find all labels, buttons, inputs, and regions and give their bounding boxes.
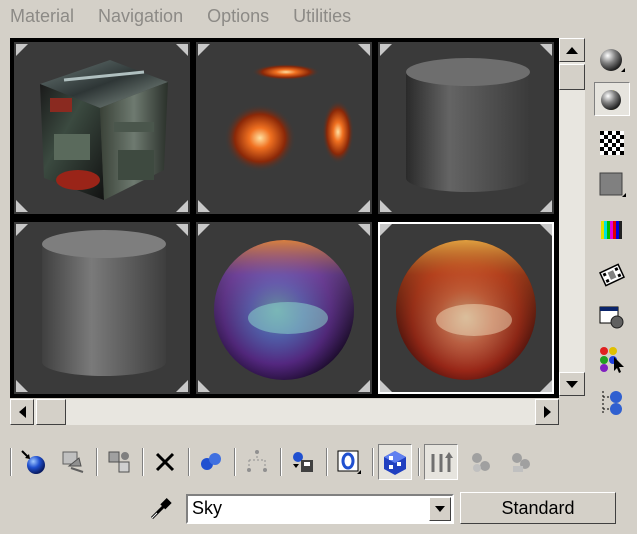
menu-utilities[interactable]: Utilities (281, 0, 363, 32)
options-button[interactable] (594, 300, 630, 334)
arrow-up-icon (566, 46, 578, 54)
background-button[interactable] (594, 126, 630, 160)
cylinder-preview (42, 230, 166, 376)
material-map-navigator-button[interactable] (594, 386, 630, 420)
scroll-up-button[interactable] (559, 38, 585, 62)
select-by-material-icon (600, 347, 624, 373)
video-color-check-button[interactable] (594, 214, 630, 248)
scroll-thumb[interactable] (559, 64, 585, 90)
make-unique-icon (201, 453, 221, 470)
sample-slot-5[interactable] (196, 222, 372, 394)
get-material-icon (21, 450, 45, 474)
make-preview-button[interactable] (594, 258, 630, 292)
sample-options-toolbar (590, 38, 634, 428)
select-by-material-button[interactable] (594, 342, 630, 376)
sky-sphere-preview (396, 240, 536, 380)
menu-material[interactable]: Material (0, 0, 86, 32)
vertical-scrollbar[interactable] (559, 38, 585, 396)
go-to-parent-icon (431, 452, 453, 472)
fire-particles-preview (224, 64, 354, 172)
scroll-down-button[interactable] (559, 372, 585, 396)
material-type-button[interactable]: Standard (460, 492, 616, 524)
options-icon (599, 306, 624, 329)
show-map-in-viewport-icon (337, 450, 361, 474)
material-effects-channel-icon (293, 452, 313, 472)
menu-options[interactable]: Options (195, 0, 281, 32)
make-unique-button[interactable] (194, 444, 228, 480)
pick-from-object-button[interactable] (146, 494, 176, 524)
chevron-down-icon (435, 506, 445, 512)
put-to-library-button[interactable] (240, 444, 274, 480)
put-material-icon (62, 451, 84, 473)
material-name-row: Standard (0, 488, 637, 534)
sample-uv-tiling-button[interactable] (594, 168, 630, 202)
show-end-result-icon (384, 451, 406, 475)
checker-background-icon (600, 131, 624, 155)
reset-map-icon (155, 452, 175, 472)
assign-material-icon (108, 451, 130, 473)
backlight-icon (601, 90, 621, 110)
sky-sphere-preview (214, 240, 354, 380)
sample-slot-grid (10, 38, 559, 398)
material-name-dropdown-button[interactable] (429, 497, 451, 521)
material-effects-channel-button[interactable] (286, 444, 320, 480)
menu-navigation[interactable]: Navigation (86, 0, 195, 32)
reset-map-button[interactable] (148, 444, 182, 480)
sample-slot-4[interactable] (14, 222, 190, 394)
sample-type-button[interactable] (594, 44, 630, 78)
eyedropper-icon (150, 498, 172, 520)
go-forward-to-sibling-icon (472, 453, 490, 472)
backlight-button[interactable] (594, 82, 630, 116)
video-color-check-icon (601, 221, 622, 239)
make-preview-icon (599, 263, 625, 287)
arrow-right-icon (543, 406, 551, 418)
put-material-button[interactable] (56, 444, 90, 480)
sample-slot-2[interactable] (196, 42, 372, 214)
get-material-button[interactable] (16, 444, 50, 480)
menu-bar: Material Navigation Options Utilities (0, 0, 637, 32)
show-map-in-viewport-button[interactable] (332, 444, 366, 480)
material-name-input[interactable] (188, 496, 426, 520)
sample-slot-3[interactable] (378, 42, 554, 214)
textured-cube-preview (40, 60, 168, 200)
sample-uv-tiling-icon (599, 172, 626, 197)
arrow-left-icon (18, 406, 26, 418)
go-forward-to-sibling-button[interactable] (464, 444, 498, 480)
put-to-library-icon (247, 450, 267, 472)
material-toolbar (10, 440, 630, 484)
pick-material-icon (512, 453, 530, 472)
show-end-result-button[interactable] (378, 444, 412, 480)
scroll-right-button[interactable] (535, 399, 559, 425)
cylinder-preview (406, 58, 530, 192)
scroll-left-button[interactable] (10, 399, 34, 425)
material-name-field[interactable] (186, 494, 454, 524)
sample-slot-6[interactable] (378, 222, 554, 394)
sample-type-icon (600, 49, 625, 72)
arrow-down-icon (566, 380, 578, 388)
go-to-parent-button[interactable] (424, 444, 458, 480)
sample-slot-1[interactable] (14, 42, 190, 214)
material-map-navigator-icon (602, 391, 622, 415)
assign-material-button[interactable] (102, 444, 136, 480)
horizontal-scrollbar[interactable] (10, 399, 559, 425)
scroll-thumb[interactable] (36, 399, 66, 425)
pick-material-from-object-button[interactable] (504, 444, 538, 480)
